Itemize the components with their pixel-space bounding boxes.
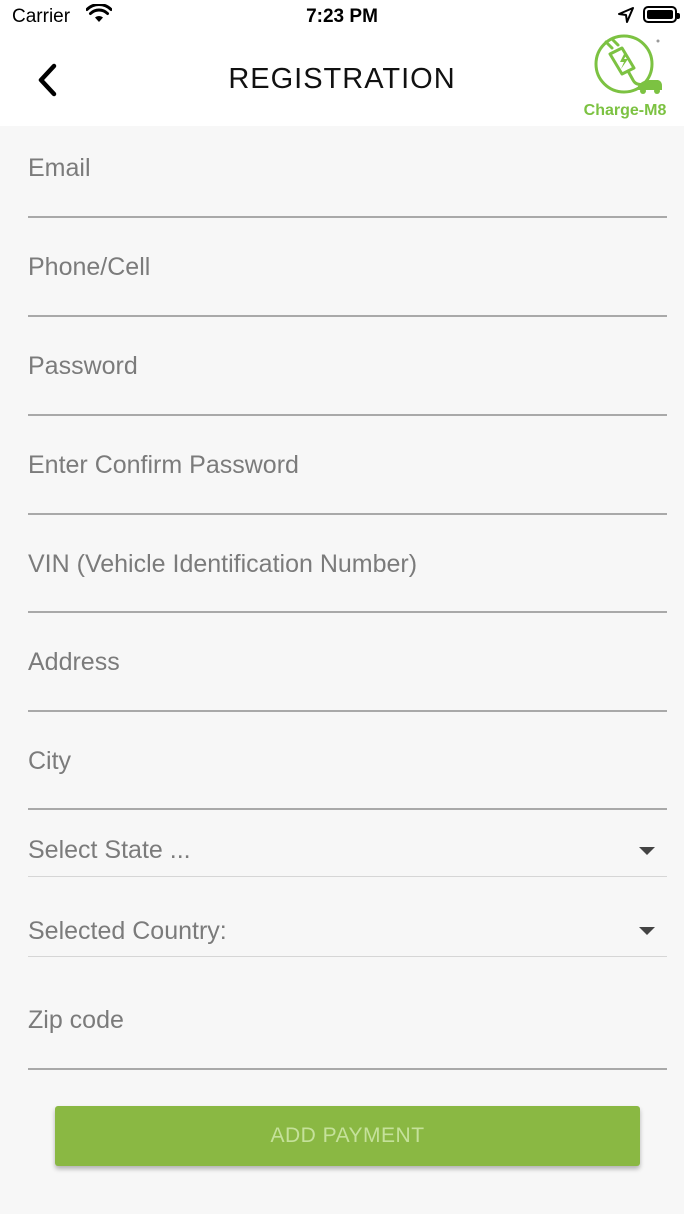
clock: 7:23 PM <box>306 6 378 27</box>
phone-placeholder: Phone/Cell <box>28 253 151 281</box>
password-placeholder: Password <box>28 352 138 380</box>
add-payment-button[interactable]: ADD PAYMENT <box>55 1106 640 1166</box>
dropdown-arrow-icon <box>639 847 655 855</box>
city-field[interactable]: City <box>28 719 667 810</box>
address-field[interactable]: Address <box>28 620 667 712</box>
charge-m8-logo: Charge-M8 <box>578 34 674 124</box>
battery-icon <box>643 6 680 23</box>
state-select[interactable]: Select State ... <box>28 810 667 877</box>
address-placeholder: Address <box>28 648 120 676</box>
logo-text: Charge-M8 <box>583 102 667 119</box>
city-placeholder: City <box>28 747 72 775</box>
zip-code-placeholder: Zip code <box>28 1006 124 1034</box>
confirm-password-placeholder: Enter Confirm Password <box>28 451 299 479</box>
confirm-password-field[interactable]: Enter Confirm Password <box>28 423 667 515</box>
country-placeholder: Selected Country: <box>28 917 227 945</box>
state-placeholder: Select State ... <box>28 836 191 864</box>
country-select[interactable]: Selected Country: <box>28 891 667 957</box>
nav-bar: REGISTRATION Charge-M8 <box>0 34 684 126</box>
status-bar: Carrier 7:23 PM <box>0 0 684 34</box>
add-payment-label: ADD PAYMENT <box>270 1124 425 1147</box>
password-field[interactable]: Password <box>28 324 667 416</box>
plug-logo-icon <box>594 34 662 94</box>
dropdown-arrow-icon <box>639 927 655 935</box>
email-placeholder: Email <box>28 154 91 182</box>
phone-field[interactable]: Phone/Cell <box>28 225 667 317</box>
zip-code-field[interactable]: Zip code <box>28 978 667 1070</box>
location-arrow-icon <box>618 7 634 23</box>
vin-field[interactable]: VIN (Vehicle Identification Number) <box>28 522 667 613</box>
email-field[interactable]: Email <box>28 126 667 218</box>
vin-placeholder: VIN (Vehicle Identification Number) <box>28 550 418 578</box>
